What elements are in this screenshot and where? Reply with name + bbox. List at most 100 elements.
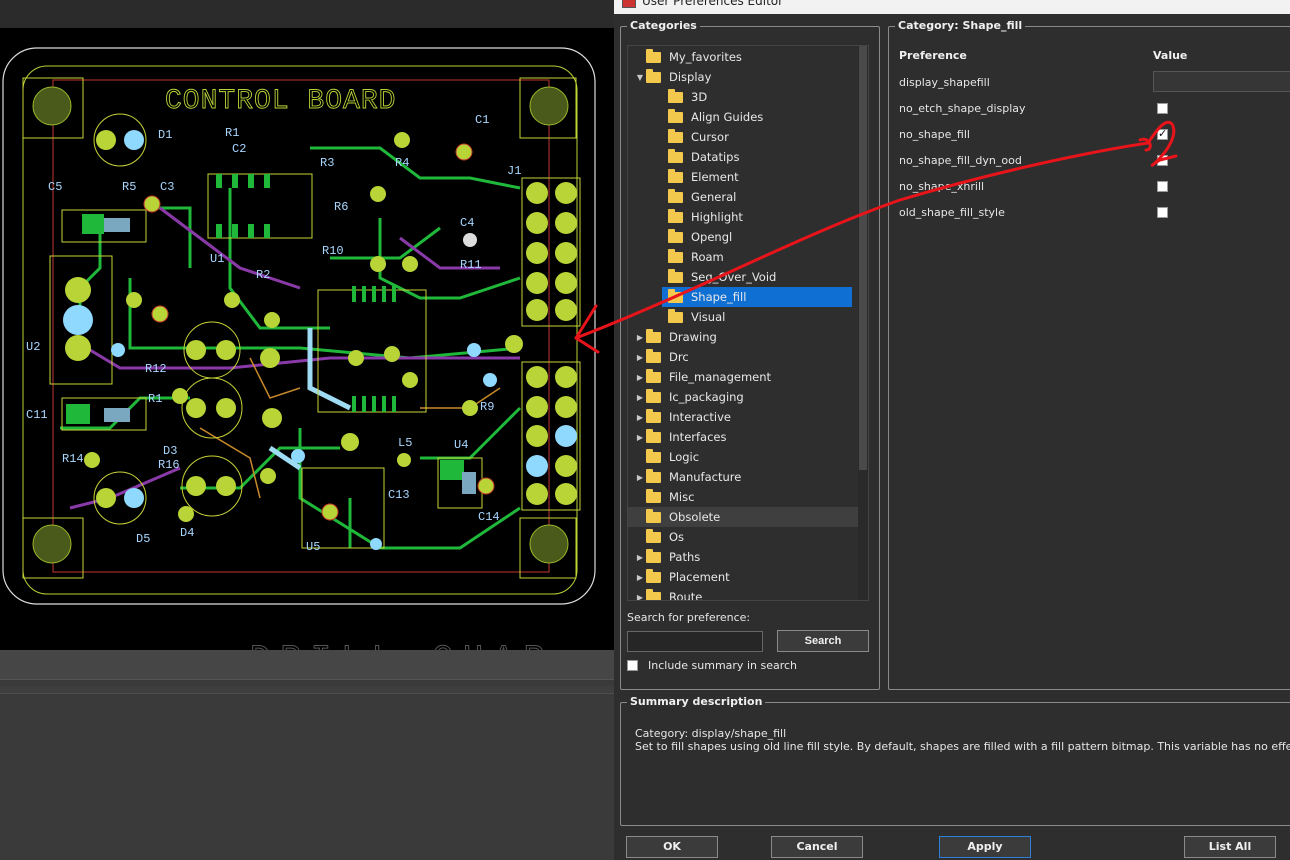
dialog-titlebar: User Preferences Editor (614, 0, 1290, 14)
tree-item-misc[interactable]: Misc (628, 487, 858, 507)
pref-value-input[interactable] (1153, 71, 1290, 92)
tree-item-cursor[interactable]: Cursor (662, 127, 852, 147)
tree-item-display[interactable]: ▼ Display (628, 67, 858, 87)
include-summary-label: Include summary in search (648, 659, 798, 672)
pcb-drawing: CONTROL BOARD D1 R1 C1 C2 R3 R4 J1 C5 R5… (2, 47, 596, 650)
tree-item-visual[interactable]: Visual (662, 307, 852, 327)
tree-item-manufacture[interactable]: ▶ Manufacture (628, 467, 858, 487)
search-button[interactable]: Search (777, 630, 869, 652)
tree-item-seg-over-void[interactable]: Seg_Over_Void (662, 267, 852, 287)
svg-text:R16: R16 (158, 458, 180, 472)
pref-value-checkbox[interactable] (1157, 181, 1168, 192)
pref-name: old_shape_fill_style (899, 206, 1005, 219)
pref-row-no-shape-xhrill: no_shape_xhrill (899, 177, 1289, 197)
svg-text:R11: R11 (460, 258, 482, 272)
tree-item-paths[interactable]: ▶ Paths (628, 547, 858, 567)
folder-icon (646, 528, 661, 543)
folder-icon (668, 288, 683, 303)
folder-icon (668, 148, 683, 163)
expand-right-icon[interactable]: ▶ (634, 393, 646, 402)
pref-value-checkbox[interactable] (1157, 155, 1168, 166)
pref-value-checkbox[interactable] (1157, 103, 1168, 114)
expand-right-icon[interactable]: ▶ (634, 573, 646, 582)
folder-icon (668, 208, 683, 223)
tree-item-label: Obsolete (669, 510, 721, 524)
folder-icon (646, 568, 661, 583)
include-summary-option[interactable]: Include summary in search (627, 659, 797, 672)
dialog-title: User Preferences Editor (642, 0, 784, 8)
tree-item-label: Visual (691, 310, 726, 324)
tree-item-align-guides[interactable]: Align Guides (662, 107, 852, 127)
tree-item-obsolete[interactable]: Obsolete (628, 507, 858, 527)
expand-right-icon[interactable]: ▶ (634, 333, 646, 342)
tree-item-os[interactable]: Os (628, 527, 858, 547)
tree-item-interfaces[interactable]: ▶ Interfaces (628, 427, 858, 447)
pref-row-no-etch-shape-display: no_etch_shape_display (899, 99, 1289, 119)
tree-item-my-favorites[interactable]: My_favorites (628, 47, 858, 67)
pref-value-checkbox[interactable] (1157, 207, 1168, 218)
pref-name: display_shapefill (899, 76, 990, 89)
tree-item-opengl[interactable]: Opengl (662, 227, 852, 247)
svg-text:U2: U2 (26, 340, 40, 354)
pcb-design-canvas[interactable]: CONTROL BOARD D1 R1 C1 C2 R3 R4 J1 C5 R5… (0, 28, 614, 650)
tree-item-label: Datatips (691, 150, 740, 164)
svg-text:R1: R1 (225, 126, 239, 140)
user-preferences-dialog: User Preferences Editor Categories My_fa… (614, 0, 1290, 860)
include-summary-checkbox[interactable] (627, 660, 638, 671)
tree-item-3d[interactable]: 3D (662, 87, 852, 107)
svg-text:C3: C3 (160, 180, 174, 194)
expand-right-icon[interactable]: ▶ (634, 593, 646, 601)
tree-item-ic-packaging[interactable]: ▶ Ic_packaging (628, 387, 858, 407)
tree-item-drawing[interactable]: ▶ Drawing (628, 327, 858, 347)
pref-value-checkbox[interactable] (1157, 127, 1168, 140)
svg-text:R9: R9 (480, 400, 494, 414)
value-column-header: Value (1153, 49, 1188, 62)
expand-right-icon[interactable]: ▶ (634, 433, 646, 442)
tree-item-drc[interactable]: ▶ Drc (628, 347, 858, 367)
tree-item-logic[interactable]: Logic (628, 447, 858, 467)
expand-down-icon[interactable]: ▼ (634, 73, 646, 82)
folder-icon (646, 468, 661, 483)
expand-right-icon[interactable]: ▶ (634, 373, 646, 382)
pcb-canvas-area: CONTROL BOARD D1 R1 C1 C2 R3 R4 J1 C5 R5… (0, 0, 614, 860)
tree-item-interactive[interactable]: ▶ Interactive (628, 407, 858, 427)
svg-text:C13: C13 (388, 488, 410, 502)
tree-item-label: My_favorites (669, 50, 742, 64)
tree-item-label: Highlight (691, 210, 743, 224)
folder-icon (646, 348, 661, 363)
tree-item-roam[interactable]: Roam (662, 247, 852, 267)
apply-button[interactable]: Apply (939, 836, 1031, 858)
expand-right-icon[interactable]: ▶ (634, 353, 646, 362)
svg-text:C11: C11 (26, 408, 48, 422)
tree-item-element[interactable]: Element (662, 167, 852, 187)
ok-button[interactable]: OK (626, 836, 718, 858)
tree-item-label: Opengl (691, 230, 733, 244)
list-all-button[interactable]: List All (1184, 836, 1276, 858)
svg-text:R2: R2 (256, 268, 270, 282)
folder-icon (646, 48, 661, 63)
tree-scrollbar[interactable] (858, 46, 868, 600)
category-tree[interactable]: My_favorites ▼ Display 3D Align Guides Cursor… (627, 45, 869, 601)
expand-right-icon[interactable]: ▶ (634, 553, 646, 562)
tree-item-label: Interfaces (669, 430, 727, 444)
svg-text:R6: R6 (334, 200, 348, 214)
svg-text:U4: U4 (454, 438, 468, 452)
tree-item-highlight[interactable]: Highlight (662, 207, 852, 227)
tree-item-label: Shape_fill (691, 290, 747, 304)
tree-item-route[interactable]: ▶ Route (628, 587, 858, 601)
search-input[interactable] (627, 631, 763, 652)
folder-icon (646, 508, 661, 523)
tree-item-label: Ic_packaging (669, 390, 744, 404)
pref-name: no_shape_fill_dyn_ood (899, 154, 1022, 167)
pref-row-no-shape-fill-dyn-ood: no_shape_fill_dyn_ood (899, 151, 1289, 171)
expand-right-icon[interactable]: ▶ (634, 473, 646, 482)
tree-item-datatips[interactable]: Datatips (662, 147, 852, 167)
tree-item-shape-fill[interactable]: Shape_fill (662, 287, 852, 307)
tree-item-placement[interactable]: ▶ Placement (628, 567, 858, 587)
tree-item-file-management[interactable]: ▶ File_management (628, 367, 858, 387)
categories-group: Categories My_favorites ▼ Display 3D Align G… (620, 19, 880, 690)
tree-item-general[interactable]: General (662, 187, 852, 207)
expand-right-icon[interactable]: ▶ (634, 413, 646, 422)
cancel-button[interactable]: Cancel (771, 836, 863, 858)
tree-scrollbar-thumb[interactable] (859, 46, 867, 470)
